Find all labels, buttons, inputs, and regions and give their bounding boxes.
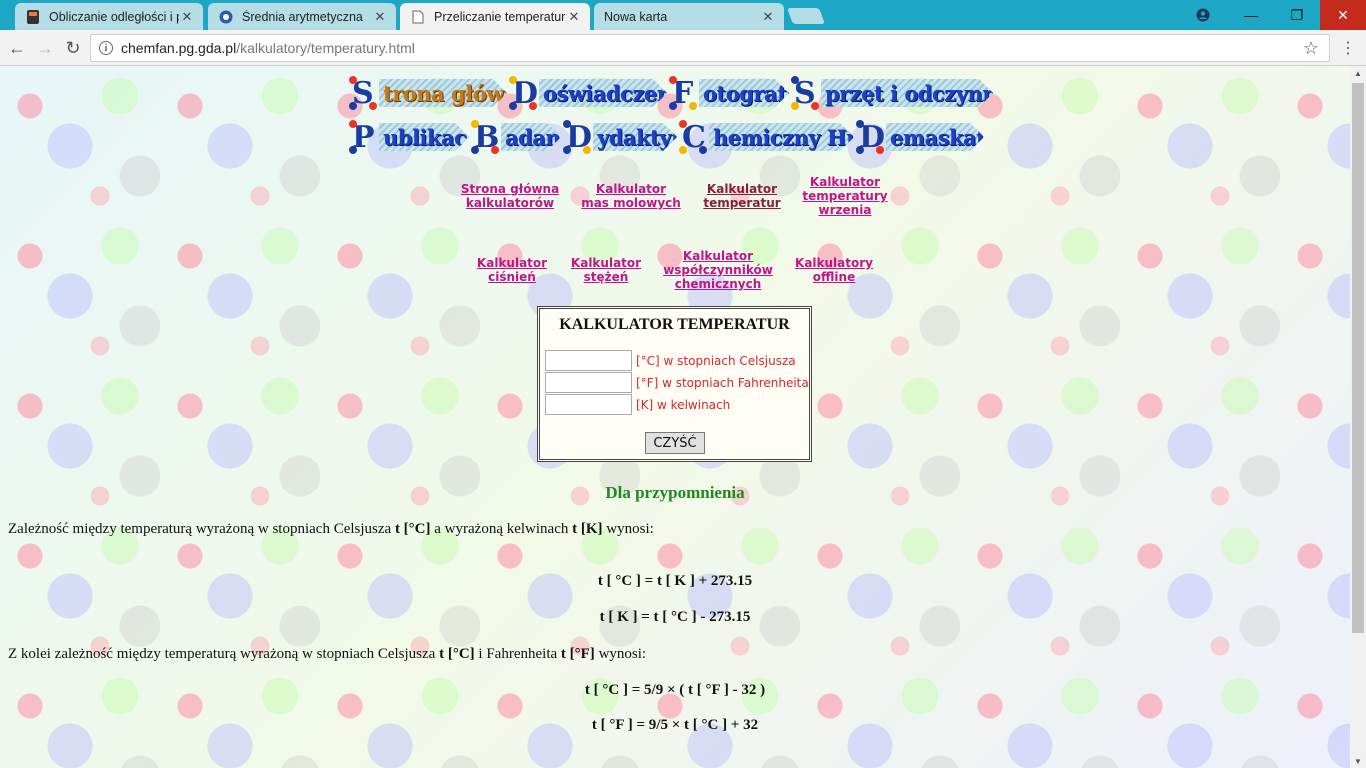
url-host: chemfan.pg.gda.pl — [121, 40, 237, 56]
profile-icon[interactable] — [1180, 0, 1226, 30]
tab-mean[interactable]: Średnia arytmetyczna ✕ — [208, 3, 396, 30]
scroll-up-arrow-icon[interactable]: ▲ — [1354, 69, 1362, 78]
back-button[interactable]: ← — [6, 37, 28, 59]
formula-fahrenheit-from-celsius: t [ °F ] = 9/5 × t [ °C ] + 32 — [591, 717, 759, 733]
link-kalkulator-cisnien[interactable]: Kalkulator ciśnień — [472, 256, 552, 284]
tab-new[interactable]: Nowa karta ✕ — [594, 3, 784, 30]
molecule-letter-icon: P — [349, 118, 379, 156]
celsius-row: [°C] w stopniach Celsjusza — [545, 350, 796, 371]
link-strona-glowna-kalkulatorow[interactable]: Strona główna kalkulatorów — [460, 182, 560, 210]
banner-nav-row-2: P ublikacje B adania D ydaktyka C hemicz… — [349, 118, 986, 156]
molecule-letter-icon: S — [349, 74, 379, 112]
nav-fotografie[interactable]: F otografie — [669, 74, 789, 112]
formula-celsius-from-kelvin: t [ °C ] = t [ K ] + 273.15 — [597, 573, 753, 589]
forward-button[interactable]: → — [34, 37, 56, 59]
paragraph-celsius-fahrenheit: Z kolei zależność między temperaturą wyr… — [8, 646, 647, 662]
browser-toolbar: ← → ↻ i chemfan.pg.gda.pl/kalkulatory/te… — [0, 30, 1366, 66]
nav-strona-glowna[interactable]: S trona główna — [349, 74, 507, 112]
close-tab-icon[interactable]: ✕ — [179, 9, 195, 25]
celsius-label: [°C] w stopniach Celsjusza — [636, 353, 796, 368]
nav-label: przęt i odczynniki — [825, 80, 1026, 106]
tab-distance-calc[interactable]: Obliczanie odległości i p ✕ — [15, 3, 203, 30]
formula-celsius-from-fahrenheit: t [ °C ] = 5/9 × ( t [ °F ] - 32 ) — [584, 682, 766, 698]
molecule-letter-icon: C — [679, 118, 709, 156]
link-kalkulator-temperatur[interactable]: Kalkulator temperatur — [700, 182, 784, 210]
molecule-letter-icon: B — [471, 118, 501, 156]
nav-chemiczny-hihot[interactable]: C hemiczny Hihot — [679, 118, 854, 156]
fahrenheit-label: [°F] w stopniach Fahrenheita — [636, 375, 809, 390]
page-viewport: S trona główna D oświadczenia F otografi… — [0, 66, 1350, 768]
kelvin-input[interactable] — [545, 394, 632, 415]
scroll-down-arrow-icon[interactable]: ▼ — [1354, 757, 1362, 766]
molecule-letter-icon: D — [856, 118, 886, 156]
link-kalkulator-wspolczynnikow[interactable]: Kalkulator współczynników chemicznych — [662, 249, 774, 291]
link-kalkulator-temperatury-wrzenia[interactable]: Kalkulator temperatury wrzenia — [800, 175, 890, 217]
molecule-letter-icon: D — [509, 74, 539, 112]
link-kalkulator-stezen[interactable]: Kalkulator stężeń — [566, 256, 646, 284]
minimize-button[interactable]: — — [1228, 0, 1274, 30]
reload-button[interactable]: ↻ — [62, 37, 84, 59]
link-kalkulatory-offline[interactable]: Kalkulatory offline — [790, 256, 878, 284]
page-icon — [410, 9, 426, 25]
new-tab-button[interactable] — [787, 8, 825, 24]
nav-doswiadczenia[interactable]: D oświadczenia — [509, 74, 667, 112]
browser-titlebar: Obliczanie odległości i p ✕ Średnia aryt… — [0, 0, 1366, 30]
page-scrollbar[interactable]: ▲ ▼ — [1350, 66, 1366, 768]
bookmark-star-icon[interactable]: ☆ — [1303, 38, 1319, 59]
kelvin-label: [K] w kelwinach — [636, 397, 731, 412]
reminder-heading: Dla przypomnienia — [605, 483, 745, 502]
nav-dydaktyka[interactable]: D ydaktyka — [563, 118, 677, 156]
tab-title: Przeliczanie temperatur — [434, 9, 566, 24]
clear-button[interactable]: CZYŚĆ — [645, 432, 705, 454]
tab-temperatures[interactable]: Przeliczanie temperatur ✕ — [400, 3, 590, 30]
kelvin-row: [K] w kelwinach — [545, 394, 730, 415]
calculator-title: KALKULATOR TEMPERATUR — [559, 316, 790, 333]
close-tab-icon[interactable]: ✕ — [760, 9, 776, 25]
tab-title: Obliczanie odległości i p — [49, 9, 179, 24]
nav-badania[interactable]: B adania — [471, 118, 561, 156]
celsius-input[interactable] — [545, 350, 632, 371]
blue-globe-icon — [218, 9, 234, 25]
banner-nav-row-1: S trona główna D oświadczenia F otografi… — [349, 74, 995, 112]
nav-publikacje[interactable]: P ublikacje — [349, 118, 469, 156]
close-tab-icon[interactable]: ✕ — [566, 9, 582, 25]
address-bar[interactable]: i chemfan.pg.gda.pl/kalkulatory/temperat… — [90, 34, 1330, 62]
fahrenheit-row: [°F] w stopniach Fahrenheita — [545, 372, 809, 393]
tab-title: Średnia arytmetyczna — [242, 9, 363, 24]
restore-button[interactable]: ❐ — [1274, 0, 1320, 30]
nav-demaskator[interactable]: D emaskator — [856, 118, 984, 156]
nav-sprzet-i-odczynniki[interactable]: S przęt i odczynniki — [791, 74, 993, 112]
close-tab-icon[interactable]: ✕ — [372, 9, 388, 25]
tab-title: Nowa karta — [604, 9, 668, 24]
browser-menu-icon[interactable]: ⋮ — [1340, 38, 1356, 58]
close-window-button[interactable]: ✕ — [1320, 0, 1366, 30]
molecule-letter-icon: S — [791, 74, 821, 112]
nav-label: emaskator — [890, 124, 1010, 150]
temperature-calculator: KALKULATOR TEMPERATUR [°C] w stopniach C… — [537, 306, 812, 462]
molecule-letter-icon: D — [563, 118, 593, 156]
scrollbar-thumb[interactable] — [1352, 83, 1364, 633]
info-icon[interactable]: i — [99, 41, 113, 55]
fahrenheit-input[interactable] — [545, 372, 632, 393]
link-kalkulator-mas-molowych[interactable]: Kalkulator mas molowych — [580, 182, 682, 210]
calculator-icon — [25, 9, 41, 25]
molecule-letter-icon: F — [669, 74, 699, 112]
paragraph-celsius-kelvin: Zależność między temperaturą wyrażoną w … — [8, 521, 654, 537]
url-path: /kalkulatory/temperatury.html — [236, 40, 415, 56]
formula-kelvin-from-celsius: t [ K ] = t [ °C ] - 273.15 — [599, 609, 751, 625]
